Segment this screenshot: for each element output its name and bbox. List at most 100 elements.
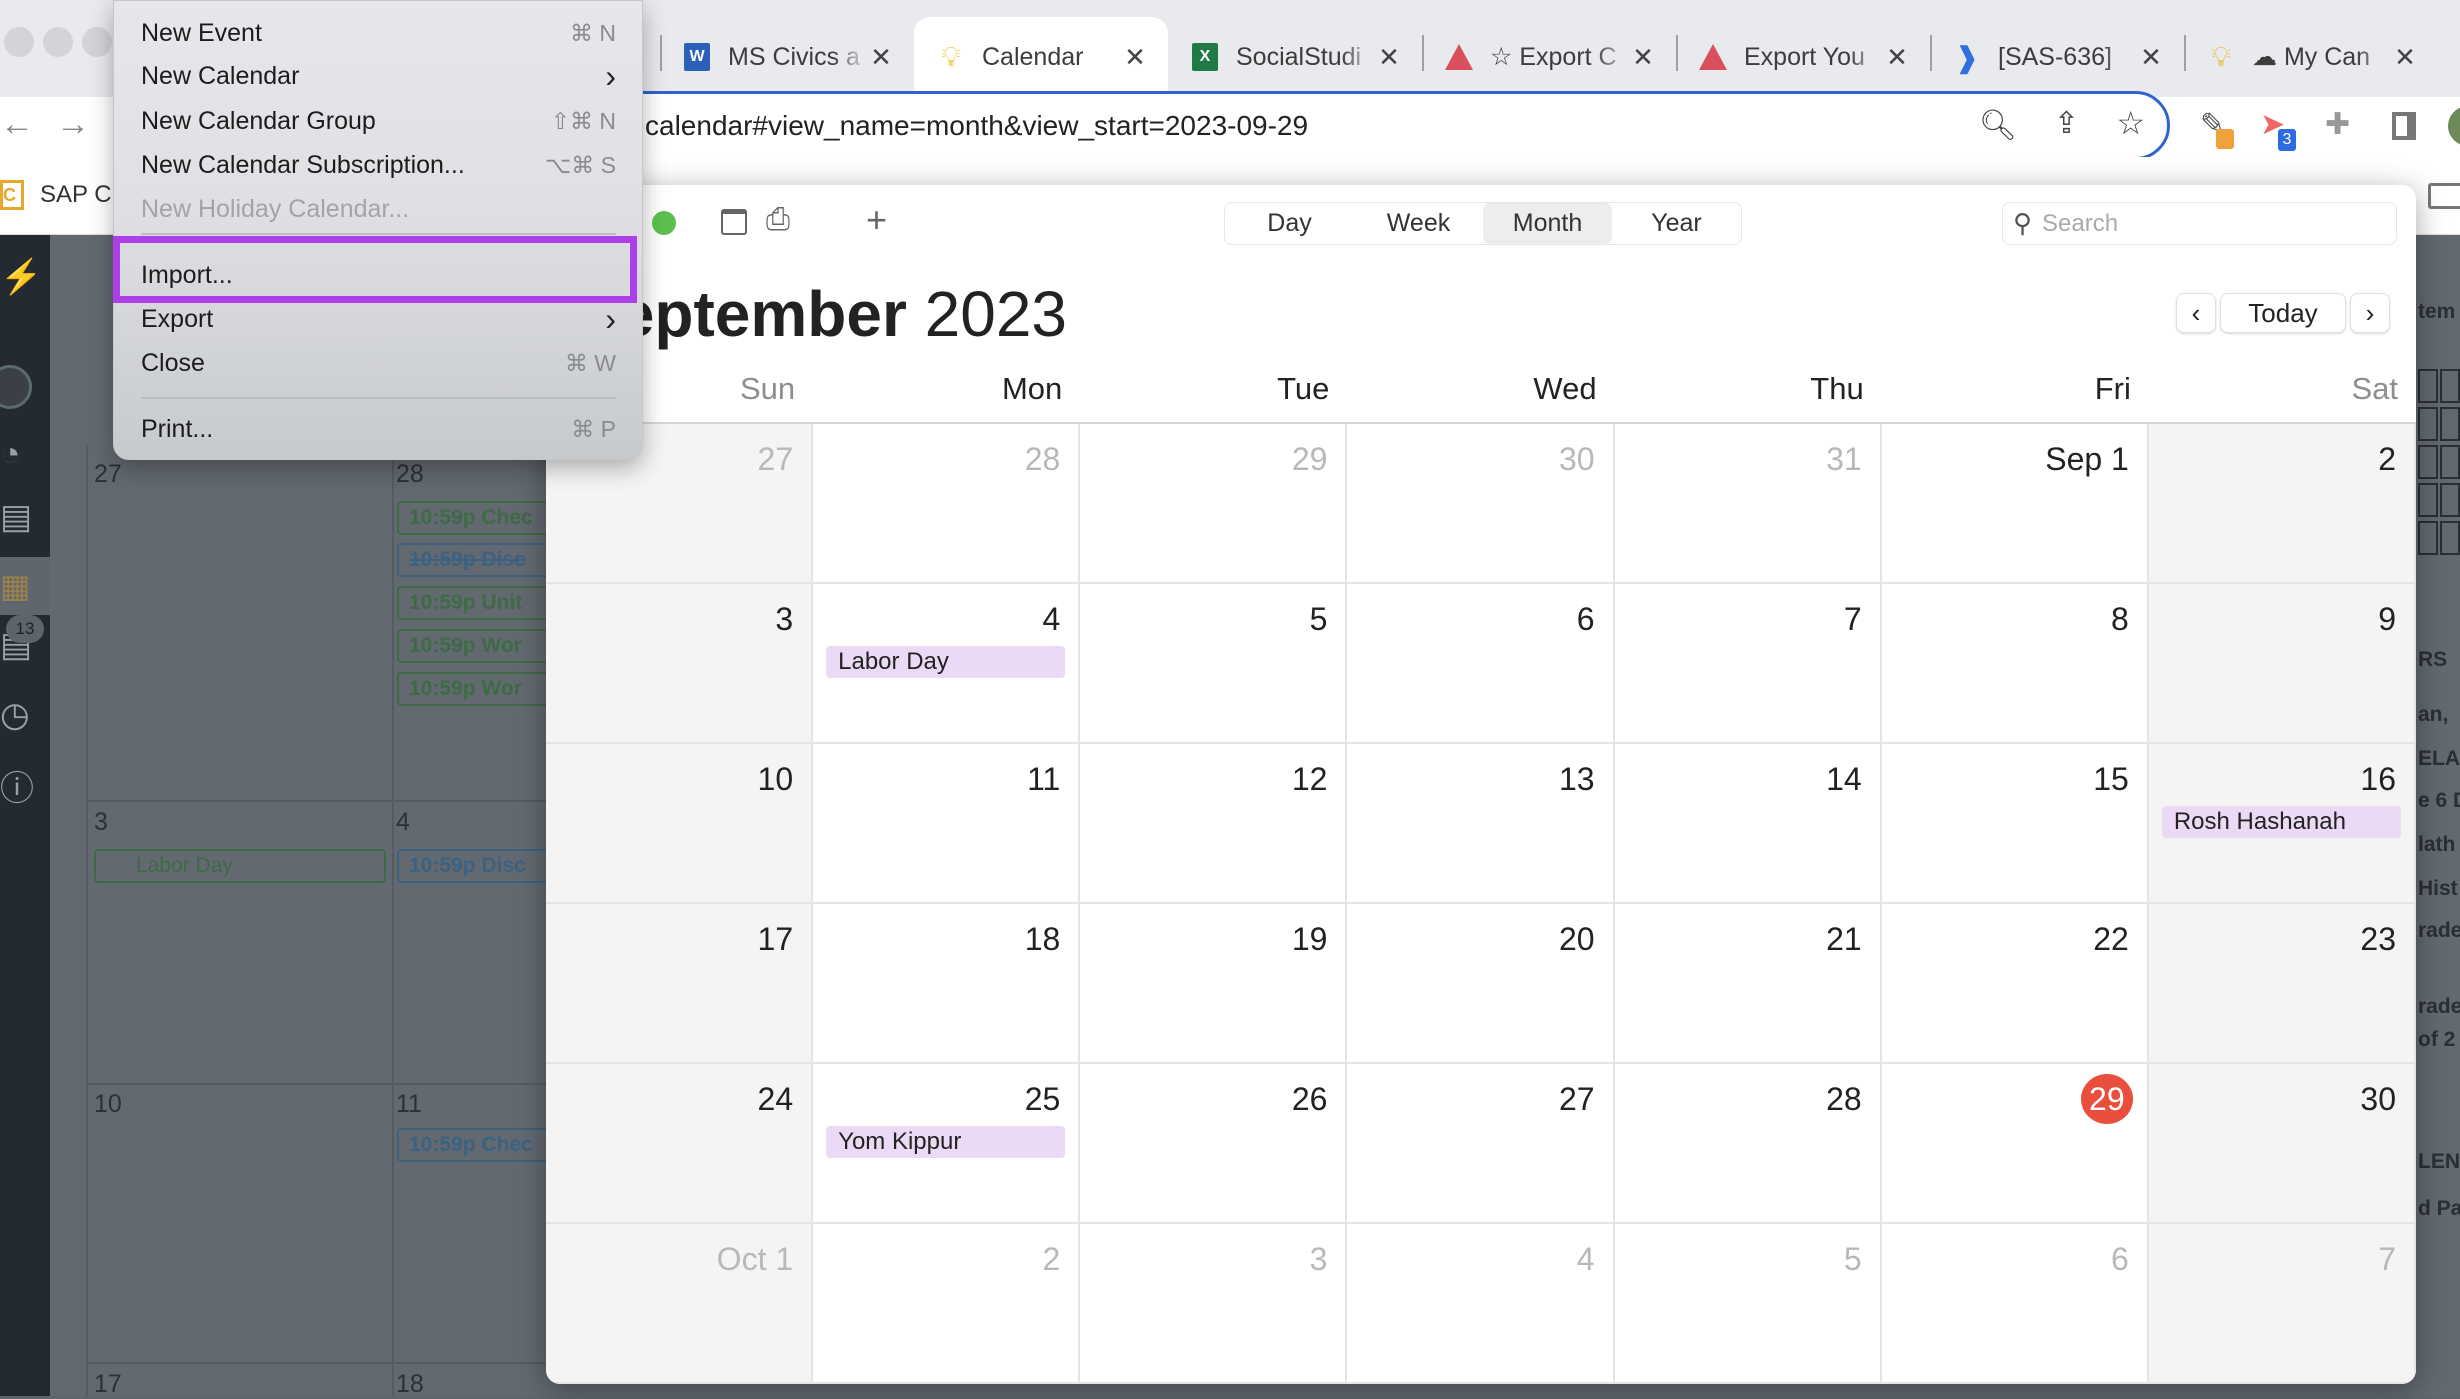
logo-icon[interactable]: ⚡ bbox=[0, 257, 50, 297]
address-bar[interactable]: calendar#view_name=month&view_start=2023… bbox=[636, 91, 2170, 160]
bookmark-star-icon[interactable]: ☆ bbox=[2116, 104, 2145, 142]
day-cell[interactable]: 7 bbox=[1614, 584, 1882, 744]
event-rosh-hashanah[interactable]: Rosh Hashanah bbox=[2161, 806, 2401, 838]
event-yom-kippur[interactable]: Yom Kippur bbox=[826, 1126, 1066, 1158]
menu-item-new-calendar-subscription[interactable]: New Calendar Subscription... ⌥⌘ S bbox=[141, 145, 616, 185]
tab-socialstudi[interactable]: X SocialStudi ✕ bbox=[1168, 17, 1422, 97]
tab-calendar[interactable]: 💡︎ Calendar ✕ bbox=[914, 17, 1168, 97]
day-cell[interactable]: 12 bbox=[1080, 744, 1348, 904]
day-cell[interactable]: 25 Yom Kippur bbox=[813, 1064, 1081, 1224]
day-cell[interactable]: 13 bbox=[1347, 744, 1615, 904]
folder-icon[interactable] bbox=[2428, 183, 2460, 209]
event-labor-day[interactable]: Labor Day bbox=[826, 646, 1066, 678]
dashboard-icon[interactable]: ◔ bbox=[0, 435, 50, 474]
close-tab-icon[interactable]: ✕ bbox=[1122, 42, 1148, 73]
bg-event-labor-day[interactable]: Labor Day bbox=[94, 849, 386, 883]
day-cell[interactable]: 22 bbox=[1881, 904, 2149, 1064]
day-cell[interactable]: 11 bbox=[813, 744, 1081, 904]
close-tab-icon[interactable]: ✕ bbox=[868, 42, 894, 73]
tab-ms-civics-a[interactable]: W MS Civics a ✕ bbox=[660, 17, 914, 97]
close-tab-icon[interactable]: ✕ bbox=[2138, 42, 2164, 73]
bg-event[interactable]: 10:59p Wor bbox=[397, 629, 567, 663]
day-cell[interactable]: Oct 1 bbox=[546, 1224, 814, 1384]
day-cell[interactable]: 29 bbox=[1080, 424, 1348, 584]
tab-export-c[interactable]: ☆ Export C ✕ bbox=[1422, 17, 1676, 97]
previous-month-button[interactable]: ‹ bbox=[2176, 293, 2216, 333]
puzzle-icon[interactable]: ✚ bbox=[2325, 107, 2350, 142]
bg-event[interactable]: 10:59p Unit bbox=[397, 586, 567, 620]
day-cell[interactable]: 3 bbox=[1080, 1224, 1348, 1384]
calendar-list-icon[interactable] bbox=[721, 209, 747, 235]
minimize-window-button[interactable] bbox=[43, 27, 73, 57]
calendar-nav-item[interactable]: ▦ bbox=[0, 557, 50, 615]
menu-item-new-event[interactable]: New Event ⌘ N bbox=[141, 13, 616, 53]
day-cell[interactable]: 6 bbox=[1347, 584, 1615, 744]
day-cell[interactable]: 7 bbox=[2148, 1224, 2416, 1384]
sidebar-icon[interactable] bbox=[2392, 112, 2416, 140]
day-cell[interactable]: 31 bbox=[1614, 424, 1882, 584]
day-cell[interactable]: 26 bbox=[1080, 1064, 1348, 1224]
eyedropper-extension-icon[interactable]: ✎ bbox=[2200, 107, 2234, 149]
day-cell[interactable]: 29 bbox=[1881, 1064, 2149, 1224]
day-cell[interactable]: 2 bbox=[2148, 424, 2416, 584]
extension-icon[interactable]: ➤ 3 bbox=[2260, 107, 2296, 151]
day-cell[interactable]: 16 Rosh Hashanah bbox=[2148, 744, 2416, 904]
close-tab-icon[interactable]: ✕ bbox=[2392, 42, 2418, 73]
tab-sas-636[interactable]: ❱ [SAS-636] ✕ bbox=[1930, 17, 2184, 97]
day-cell[interactable]: 17 bbox=[546, 904, 814, 1064]
back-icon[interactable]: ← bbox=[0, 105, 34, 144]
next-month-button[interactable]: › bbox=[2350, 293, 2390, 333]
tab-export-you[interactable]: Export You ✕ bbox=[1676, 17, 1930, 97]
zoom-icon[interactable]: 🔍︎ bbox=[1979, 108, 2017, 143]
day-cell[interactable]: 4 Labor Day bbox=[813, 584, 1081, 744]
courses-icon[interactable]: ▤ bbox=[0, 497, 50, 537]
close-window-button[interactable] bbox=[4, 27, 34, 57]
menu-item-new-holiday-calendar[interactable]: New Holiday Calendar... bbox=[141, 189, 616, 229]
day-cell[interactable]: 27 bbox=[1347, 1064, 1615, 1224]
bg-event[interactable]: 10:59p Disc bbox=[397, 543, 567, 577]
close-tab-icon[interactable]: ✕ bbox=[1376, 42, 1402, 73]
today-button[interactable]: Today bbox=[2220, 293, 2346, 333]
help-icon[interactable]: ⓘ bbox=[0, 761, 50, 810]
account-avatar[interactable] bbox=[0, 365, 32, 409]
day-cell[interactable]: 5 bbox=[1080, 584, 1348, 744]
day-cell[interactable]: 3 bbox=[546, 584, 814, 744]
view-week-button[interactable]: Week bbox=[1354, 203, 1483, 244]
close-tab-icon[interactable]: ✕ bbox=[1630, 42, 1656, 73]
menu-item-new-calendar[interactable]: New Calendar › bbox=[141, 56, 616, 96]
bg-event[interactable]: 10:59p Disc bbox=[397, 849, 567, 883]
menu-item-new-calendar-group[interactable]: New Calendar Group ⇧⌘ N bbox=[141, 101, 616, 141]
menu-item-print[interactable]: Print... ⌘ P bbox=[141, 409, 616, 449]
tab-my-can[interactable]: 💡︎ ☁ My Can ✕ bbox=[2184, 17, 2438, 97]
day-cell[interactable]: 18 bbox=[813, 904, 1081, 1064]
day-cell[interactable]: 21 bbox=[1614, 904, 1882, 1064]
bookmark-sap[interactable]: SAP C bbox=[40, 181, 112, 209]
zoom-window-button[interactable] bbox=[82, 27, 112, 57]
add-event-icon[interactable]: + bbox=[866, 199, 887, 241]
view-month-button[interactable]: Month bbox=[1483, 203, 1612, 244]
bg-event[interactable]: 10:59p Chec bbox=[397, 501, 567, 535]
day-cell[interactable]: 28 bbox=[813, 424, 1081, 584]
day-cell[interactable]: 14 bbox=[1614, 744, 1882, 904]
search-input[interactable]: ⚲ Search bbox=[2002, 202, 2397, 245]
share-icon[interactable]: ⇪ bbox=[2054, 106, 2079, 141]
view-year-button[interactable]: Year bbox=[1612, 203, 1741, 244]
day-cell[interactable]: 30 bbox=[1347, 424, 1615, 584]
day-cell[interactable]: 23 bbox=[2148, 904, 2416, 1064]
day-cell[interactable]: 20 bbox=[1347, 904, 1615, 1064]
day-cell[interactable]: 9 bbox=[2148, 584, 2416, 744]
day-cell[interactable]: 2 bbox=[813, 1224, 1081, 1384]
menu-item-export[interactable]: Export › bbox=[141, 299, 616, 339]
window-zoom-button[interactable] bbox=[652, 211, 676, 235]
day-cell[interactable]: 19 bbox=[1080, 904, 1348, 1064]
bg-event[interactable]: 10:59p Chec bbox=[397, 1128, 567, 1162]
history-icon[interactable]: ◷ bbox=[0, 695, 50, 735]
day-cell[interactable]: 6 bbox=[1881, 1224, 2149, 1384]
day-cell[interactable]: 15 bbox=[1881, 744, 2149, 904]
menu-item-close[interactable]: Close ⌘ W bbox=[141, 343, 616, 383]
view-day-button[interactable]: Day bbox=[1225, 203, 1354, 244]
day-cell[interactable]: 30 bbox=[2148, 1064, 2416, 1224]
day-cell[interactable]: 8 bbox=[1881, 584, 2149, 744]
forward-icon[interactable]: → bbox=[56, 105, 90, 144]
close-tab-icon[interactable]: ✕ bbox=[1884, 42, 1910, 73]
